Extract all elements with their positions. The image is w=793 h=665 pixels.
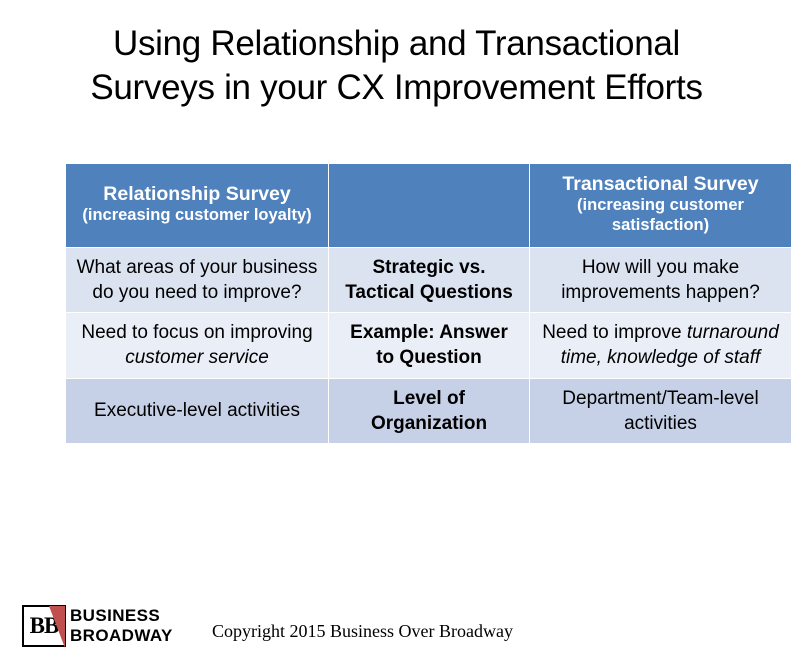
header-relationship-sub: (increasing customer loyalty) bbox=[82, 205, 312, 224]
table-row: What areas of your business do you need … bbox=[65, 246, 792, 314]
title-line-2: Surveys in your CX Improvement Efforts bbox=[90, 67, 703, 107]
row2-left-plain: Need to focus on improving bbox=[81, 322, 313, 344]
row3-middle-cell: Level of Organization bbox=[328, 377, 530, 445]
row3-right-cell: Department/Team-level activities bbox=[529, 377, 792, 445]
header-cell-middle bbox=[328, 163, 530, 248]
table-row: Executive-level activities Level of Orga… bbox=[65, 377, 792, 445]
business-over-broadway-logo: BB BUSINESS BROADWAY bbox=[22, 605, 173, 648]
comparison-table: Relationship Survey (increasing customer… bbox=[65, 163, 792, 445]
row1-middle-cell: Strategic vs. Tactical Questions bbox=[328, 246, 530, 314]
row2-right-cell: Need to improve turnaround time, knowled… bbox=[529, 312, 792, 379]
page-title: Using Relationship and Transactional Sur… bbox=[0, 0, 793, 110]
comparison-table-wrapper: Relationship Survey (increasing customer… bbox=[65, 163, 792, 445]
slide: Using Relationship and Transactional Sur… bbox=[0, 0, 793, 665]
logo-line-2: BROADWAY bbox=[70, 626, 173, 645]
header-relationship-main: Relationship Survey bbox=[103, 182, 291, 205]
slide-footer: BB BUSINESS BROADWAY Copyright 2015 Busi… bbox=[0, 590, 793, 665]
table-header-row: Relationship Survey (increasing customer… bbox=[65, 163, 792, 248]
row2-right-plain: Need to improve bbox=[542, 322, 687, 344]
row2-middle-cell: Example: Answer to Question bbox=[328, 312, 530, 379]
title-line-1: Using Relationship and Transactional bbox=[112, 24, 681, 63]
row1-right-cell: How will you make improvements happen? bbox=[529, 246, 792, 314]
row2-left-cell: Need to focus on improving customer serv… bbox=[65, 312, 329, 379]
header-cell-relationship-survey: Relationship Survey (increasing customer… bbox=[65, 163, 329, 248]
header-transactional-main: Transactional Survey bbox=[562, 173, 759, 195]
logo-wordmark: BUSINESS BROADWAY bbox=[70, 605, 173, 647]
logo-mark-icon: BB bbox=[22, 605, 66, 648]
row2-left-italic: customer service bbox=[125, 347, 269, 369]
row1-left-cell: What areas of your business do you need … bbox=[65, 246, 329, 314]
header-cell-transactional-survey: Transactional Survey (increasing custome… bbox=[529, 163, 792, 248]
copyright-text: Copyright 2015 Business Over Broadway bbox=[212, 621, 513, 641]
header-transactional-sub: (increasing customer satisfaction) bbox=[577, 196, 744, 234]
logo-red-corner-icon bbox=[49, 606, 65, 648]
logo-line-1: BUSINESS bbox=[70, 606, 161, 625]
table-row: Need to focus on improving customer serv… bbox=[65, 312, 792, 379]
row3-left-cell: Executive-level activities bbox=[65, 377, 329, 445]
